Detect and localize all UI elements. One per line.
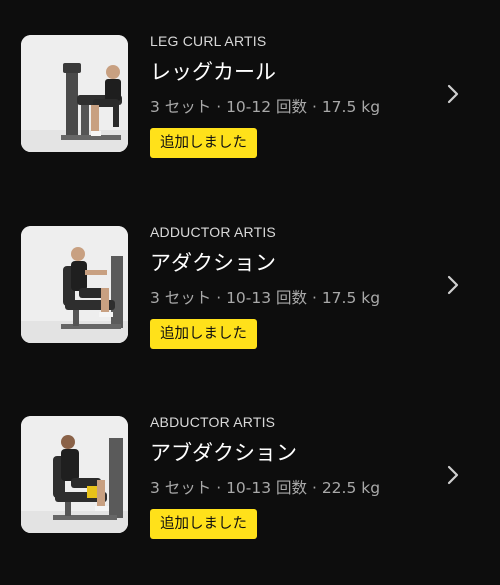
exercise-name-en: ADDUCTOR ARTIS xyxy=(150,224,276,240)
exercise-name-en: LEG CURL ARTIS xyxy=(150,33,267,49)
exercise-thumbnail xyxy=(21,416,128,533)
exercise-name-jp: アブダクション xyxy=(150,441,297,465)
exercise-name-jp: アダクション xyxy=(150,251,276,275)
adductor-machine-photo xyxy=(21,226,128,343)
exercise-name-en: ABDUCTOR ARTIS xyxy=(150,414,276,430)
added-status-badge: 追加しました xyxy=(150,509,257,539)
exercise-detail: 3 セット · 10-13 回数 · 22.5 kg xyxy=(150,479,381,497)
added-status-badge: 追加しました xyxy=(150,319,257,349)
exercise-name-jp: レッグカール xyxy=(150,60,276,84)
exercise-detail: 3 セット · 10-13 回数 · 17.5 kg xyxy=(150,289,381,307)
exercise-detail: 3 セット · 10-12 回数 · 17.5 kg xyxy=(150,98,381,116)
chevron-right-icon[interactable] xyxy=(444,83,462,105)
exercise-item-leg-curl[interactable]: LEG CURL ARTIS レッグカール 3 セット · 10-12 回数 ·… xyxy=(0,0,500,158)
chevron-right-icon[interactable] xyxy=(444,464,462,486)
added-status-badge: 追加しました xyxy=(150,128,257,158)
abductor-machine-photo xyxy=(21,416,128,533)
exercise-thumbnail xyxy=(21,226,128,343)
leg-curl-machine-photo xyxy=(21,35,128,152)
exercise-item-abductor[interactable]: ABDUCTOR ARTIS アブダクション 3 セット · 10-13 回数 … xyxy=(0,381,500,539)
exercise-list: LEG CURL ARTIS レッグカール 3 セット · 10-12 回数 ·… xyxy=(0,0,500,585)
exercise-item-adductor[interactable]: ADDUCTOR ARTIS アダクション 3 セット · 10-13 回数 ·… xyxy=(0,191,500,349)
exercise-thumbnail xyxy=(21,35,128,152)
chevron-right-icon[interactable] xyxy=(444,274,462,296)
